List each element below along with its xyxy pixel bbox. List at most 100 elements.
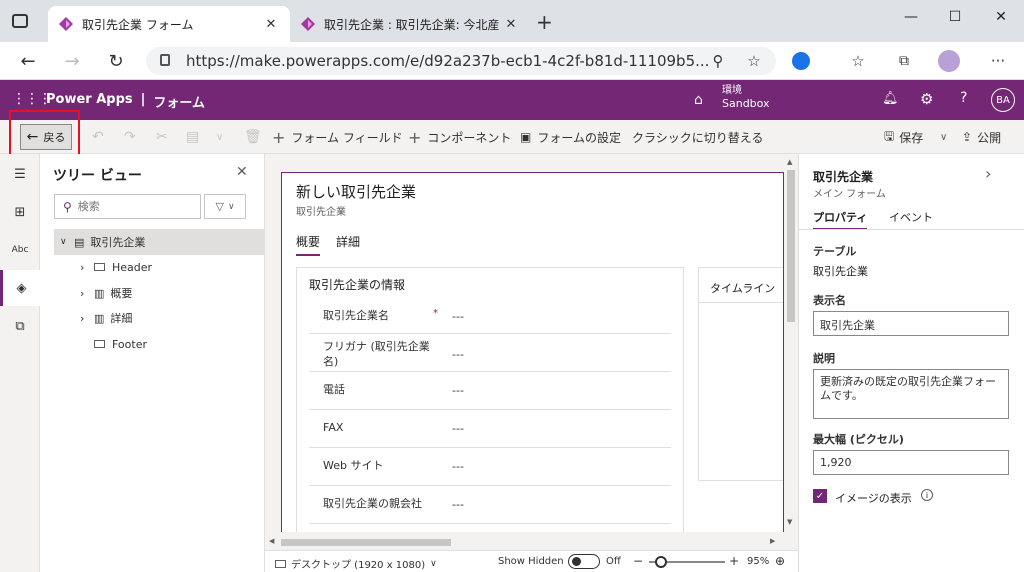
close-tab-icon[interactable]: ✕ xyxy=(502,17,520,32)
save-button[interactable]: 🖫 保存 xyxy=(884,120,923,154)
info-icon[interactable]: i xyxy=(921,489,933,501)
fields-icon[interactable]: Abc xyxy=(0,232,40,268)
more-icon[interactable]: ··· xyxy=(984,48,1012,74)
close-tab-icon[interactable]: ✕ xyxy=(262,17,280,32)
scrollbar-thumb[interactable] xyxy=(787,170,795,322)
tree-view-title: ツリー ビュー xyxy=(53,168,142,184)
globe-icon[interactable] xyxy=(792,52,810,70)
timeline-section[interactable]: タイムライン xyxy=(698,267,783,481)
refresh-icon[interactable]: ↻ xyxy=(102,48,130,74)
publish-icon: ⇪ xyxy=(962,130,973,144)
maximize-icon[interactable]: ☐ xyxy=(932,4,978,30)
show-image-checkbox[interactable]: ✓ xyxy=(813,489,827,503)
field-account-kana[interactable]: フリガナ (取引先企業名) --- xyxy=(309,334,671,372)
description-label: 説明 xyxy=(813,352,835,365)
tab-details[interactable]: 詳細 xyxy=(336,233,360,250)
horizontal-scrollbar[interactable]: ◀ ▶ xyxy=(265,534,784,550)
chevron-right-icon[interactable]: › xyxy=(985,164,991,183)
field-phone[interactable]: 電話 --- xyxy=(309,372,671,410)
device-picker[interactable]: デスクトップ (1920 x 1080) ∨ xyxy=(275,556,437,571)
tab-events[interactable]: イベント xyxy=(889,209,933,225)
back-arrow-icon: ← xyxy=(26,129,39,145)
tree-view-icon[interactable]: ◈ xyxy=(0,270,40,306)
field-account-name[interactable]: 取引先企業名 * --- xyxy=(309,298,671,334)
new-tab-button[interactable]: + xyxy=(536,10,553,34)
tree-item-footer[interactable]: Footer xyxy=(94,331,147,357)
publish-button[interactable]: ⇪ 公開 xyxy=(962,120,1001,154)
chevron-right-icon: › xyxy=(80,286,85,300)
components-icon[interactable]: ⊞ xyxy=(0,194,40,230)
close-window-icon[interactable]: ✕ xyxy=(978,4,1024,30)
form-preview[interactable]: 新しい取引先企業 取引先企業 概要 詳細 取引先企業の情報 取引先企業名 * -… xyxy=(281,172,784,532)
close-icon[interactable]: ✕ xyxy=(236,164,248,180)
back-arrow-icon[interactable]: ← xyxy=(14,48,42,74)
hamburger-icon[interactable]: ☰ xyxy=(0,156,40,192)
browser-tab-bar: 取引先企業 フォーム ✕ 取引先企業 : 取引先企業: 今北産 ✕ + — ☐ … xyxy=(0,0,1024,42)
section-account-info[interactable]: 取引先企業の情報 取引先企業名 * --- フリガナ (取引先企業名) --- … xyxy=(296,267,684,532)
search-box[interactable]: ⚲ xyxy=(54,194,201,219)
component-button[interactable]: + コンポーネント xyxy=(408,120,511,154)
zoom-out-button[interactable]: − xyxy=(633,554,643,568)
back-button[interactable]: ← 戻る xyxy=(20,124,72,150)
scroll-left-icon[interactable]: ◀ xyxy=(269,537,274,545)
gear-icon[interactable]: ⚙ xyxy=(920,90,933,108)
form-settings-button[interactable]: ▣ フォームの設定 xyxy=(520,120,621,154)
switch-classic-button[interactable]: クラシックに切り替える xyxy=(632,120,763,154)
tree-item-summary-tab[interactable]: › ▥ 概要 xyxy=(80,280,132,306)
vertical-scrollbar[interactable]: ▲ ▼ xyxy=(784,154,798,534)
show-hidden-toggle[interactable] xyxy=(568,554,600,569)
command-bar: ← 戻る ↶ ↷ ✂ ▤ ∨ 🗑︎ + フォーム フィールド + コンポーネント… xyxy=(0,110,1024,158)
collections-icon[interactable]: ⧉ xyxy=(890,48,918,74)
field-fax[interactable]: FAX --- xyxy=(309,410,671,448)
zoom-slider[interactable] xyxy=(649,556,725,568)
app-header: ⋮⋮⋮ Power Apps | フォーム ⌂ 環境 Sandbox 🔔︎ ⚙ … xyxy=(0,80,1024,120)
description-textarea[interactable]: 更新済みの既定の取引先企業フォームです。 xyxy=(813,369,1009,419)
help-icon[interactable]: ? xyxy=(960,90,967,106)
chevron-down-icon: ∨ xyxy=(430,558,437,569)
display-name-input[interactable]: 取引先企業 xyxy=(813,311,1009,336)
tab-properties[interactable]: プロパティ xyxy=(813,209,868,230)
avatar[interactable]: BA xyxy=(991,88,1015,112)
zoom-icon[interactable]: ⚲ xyxy=(704,48,732,74)
zoom-slider-thumb[interactable] xyxy=(655,556,667,568)
zoom-in-button[interactable]: + xyxy=(729,554,739,568)
scroll-up-icon[interactable]: ▲ xyxy=(787,158,792,166)
favorite-add-icon[interactable]: ☆ xyxy=(740,48,768,74)
browser-tab[interactable]: 取引先企業 : 取引先企業: 今北産 ✕ xyxy=(290,6,530,42)
notification-bell-icon[interactable]: 🔔︎ xyxy=(882,91,899,106)
form-field-button[interactable]: + フォーム フィールド xyxy=(272,120,403,154)
tab-summary[interactable]: 概要 xyxy=(296,233,321,256)
profile-icon[interactable] xyxy=(938,50,960,72)
scroll-down-icon[interactable]: ▼ xyxy=(787,518,792,526)
field-website[interactable]: Web サイト --- xyxy=(309,448,671,486)
max-width-input[interactable]: 1,920 xyxy=(813,450,1009,475)
minimize-icon[interactable]: — xyxy=(888,4,934,30)
toggle-knob xyxy=(572,557,581,566)
url-field[interactable]: https://make.powerapps.com/e/d92a237b-ec… xyxy=(146,47,776,75)
form-libraries-icon[interactable]: ⧉ xyxy=(0,308,40,344)
field-parent-account[interactable]: 取引先企業の親会社 --- xyxy=(309,486,671,524)
h-scrollbar-thumb[interactable] xyxy=(281,539,451,546)
tab-title: 取引先企業 フォーム xyxy=(82,17,194,32)
required-mark: * xyxy=(433,308,438,319)
page-title: フォーム xyxy=(153,96,206,111)
favorites-icon[interactable]: ☆ xyxy=(844,48,872,74)
browser-tab-active[interactable]: 取引先企業 フォーム ✕ xyxy=(48,6,290,42)
save-chevron-icon[interactable]: ∨ xyxy=(940,120,947,154)
timeline-title: タイムライン xyxy=(710,282,776,295)
filter-button[interactable]: ▽ ∨ xyxy=(204,194,246,219)
environment-picker[interactable]: 環境 Sandbox xyxy=(722,84,770,110)
left-rail: ☰ ⊞ Abc ◈ ⧉ xyxy=(0,154,40,572)
forward-arrow-icon[interactable]: → xyxy=(58,48,86,74)
tab-actions-icon[interactable] xyxy=(12,14,28,28)
app-name[interactable]: Power Apps xyxy=(46,92,133,111)
form-title: 新しい取引先企業 xyxy=(296,183,417,201)
tree-item-account[interactable]: ∨ ▤ 取引先企業 xyxy=(54,229,265,255)
search-icon: ⚲ xyxy=(63,199,72,214)
tree-item-header[interactable]: › Header xyxy=(80,254,152,280)
fit-to-screen-icon[interactable]: ⊕ xyxy=(775,554,785,568)
search-input[interactable] xyxy=(77,200,188,213)
scroll-right-icon[interactable]: ▶ xyxy=(770,537,775,545)
tree-item-details-tab[interactable]: › ▥ 詳細 xyxy=(80,305,132,331)
canvas-status-bar: デスクトップ (1920 x 1080) ∨ Show Hidden Off −… xyxy=(265,550,798,572)
